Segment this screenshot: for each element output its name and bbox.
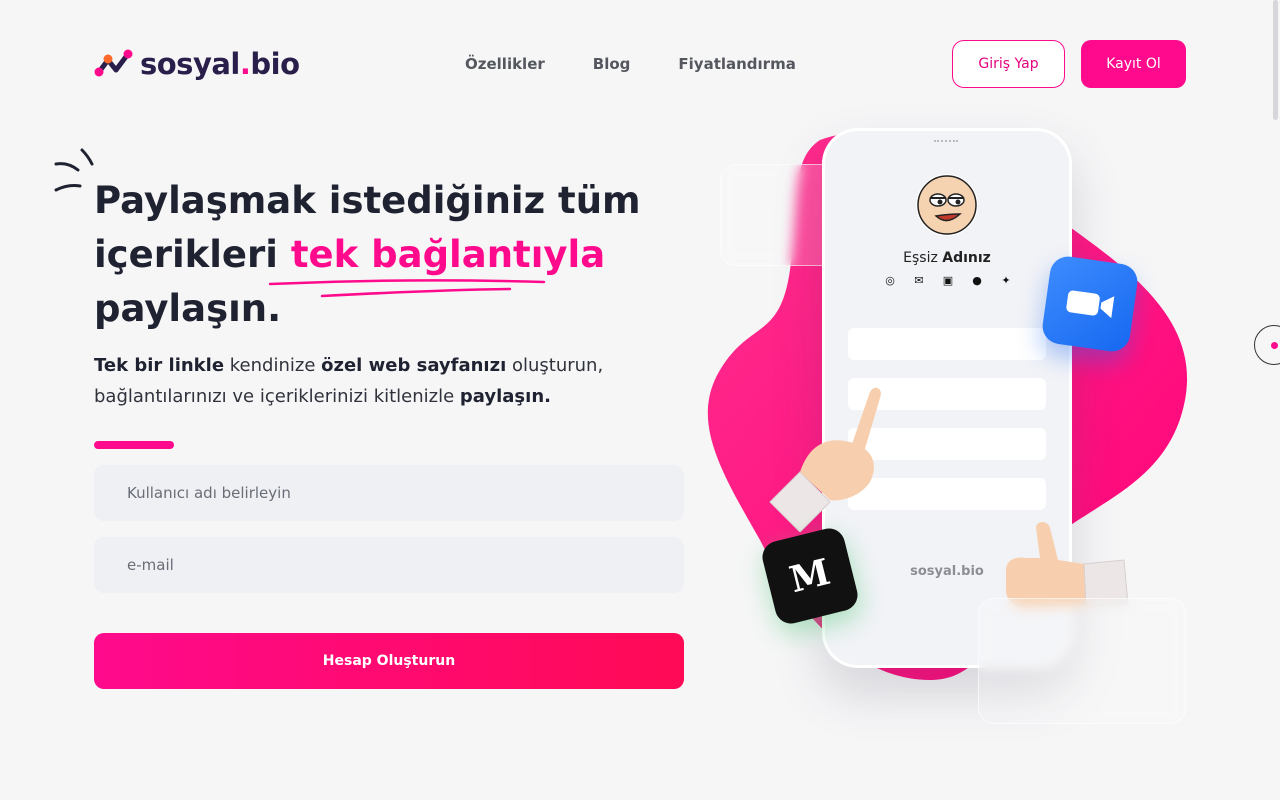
profile-name: Eşsiz Adınız <box>903 250 991 266</box>
hero-subtitle: Tek bir linkle kendinize özel web sayfan… <box>94 355 604 407</box>
social-icons-row: ◎ ✉ ▣ ● ✦ <box>882 274 1014 287</box>
twitter-icon[interactable]: ✦ <box>998 274 1014 287</box>
accent-divider <box>94 441 174 449</box>
phone-link-slot <box>848 328 1046 360</box>
scroll-indicator[interactable] <box>1254 325 1280 365</box>
instagram-icon[interactable]: ◎ <box>882 274 898 287</box>
emoji-face-icon <box>917 175 977 235</box>
sparkle-decoration-icon <box>54 148 94 192</box>
login-button[interactable]: Giriş Yap <box>952 40 1065 88</box>
logo-mark-icon <box>94 49 133 77</box>
register-button[interactable]: Kayıt Ol <box>1081 40 1186 88</box>
email-input[interactable] <box>94 537 684 593</box>
zoom-icon <box>1040 254 1140 354</box>
hero-title: Paylaşmak istediğiniz tüm içerikleri tek… <box>94 179 641 330</box>
main-nav: Özellikler Blog Fiyatlandırma <box>465 55 796 73</box>
nav-item-pricing[interactable]: Fiyatlandırma <box>678 55 795 73</box>
mail-icon[interactable]: ✉ <box>911 274 927 287</box>
nav-item-blog[interactable]: Blog <box>593 55 631 73</box>
hero-title-highlight: tek bağlantıyla <box>290 233 606 276</box>
linkedin-icon[interactable]: ▣ <box>940 274 956 287</box>
nav-item-features[interactable]: Özellikler <box>465 55 545 73</box>
logo[interactable]: sosyal.bio <box>94 44 300 84</box>
glass-card-bottom <box>978 598 1186 724</box>
avatar <box>916 174 978 236</box>
create-account-button[interactable]: Hesap Oluşturun <box>94 633 684 689</box>
username-input[interactable] <box>94 465 684 521</box>
pointing-hand-icon <box>769 387 881 532</box>
phone-speaker <box>934 140 958 142</box>
page-scrollbar[interactable] <box>1273 0 1278 120</box>
facebook-icon[interactable]: ● <box>969 274 985 287</box>
hero-illustration: Eşsiz Adınız ◎ ✉ ▣ ● ✦ sosyal.bio M <box>700 120 1200 740</box>
logo-text: sosyal.bio <box>140 47 300 81</box>
highlight-underline-icon <box>268 279 546 298</box>
